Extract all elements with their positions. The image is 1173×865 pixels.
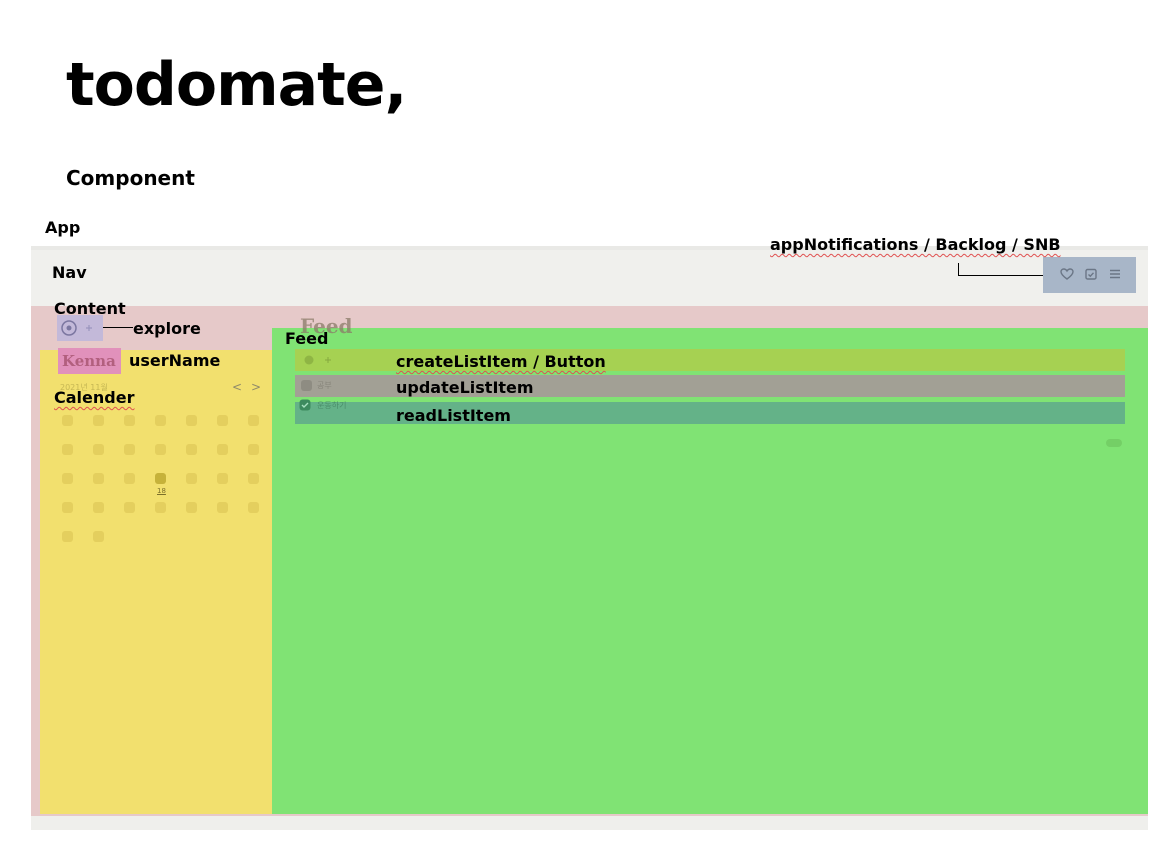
calendar-day[interactable] — [155, 473, 166, 484]
calendar-day[interactable] — [124, 502, 135, 513]
checked-checkbox-icon[interactable] — [299, 399, 311, 411]
connector-line — [958, 275, 1043, 276]
calendar-day[interactable] — [155, 415, 166, 426]
update-list-item-label: updateListItem — [396, 378, 534, 397]
calendar-next-button[interactable]: > — [251, 380, 261, 394]
section-heading: Component — [66, 166, 195, 190]
calendar-day[interactable] — [186, 444, 197, 455]
calendar-day[interactable] — [93, 502, 104, 513]
plus-icon[interactable] — [83, 322, 95, 334]
calendar-day[interactable] — [93, 473, 104, 484]
calendar-day[interactable] — [93, 415, 104, 426]
create-list-item-label-text: createListItem / Button — [396, 352, 606, 371]
app-bottom-strip — [31, 816, 1148, 830]
nav-region — [31, 250, 1148, 306]
feed-label: Feed — [285, 329, 329, 348]
calendar-day[interactable] — [248, 415, 259, 426]
read-item-text: 운동하기 — [317, 401, 347, 410]
toggle-pill[interactable] — [1106, 439, 1122, 447]
calendar-day[interactable] — [186, 473, 197, 484]
calendar-day[interactable] — [155, 502, 166, 513]
calendar-day[interactable] — [62, 531, 73, 542]
create-item-icon[interactable] — [303, 354, 315, 366]
calendar-day[interactable] — [62, 502, 73, 513]
calendar-day[interactable] — [155, 444, 166, 455]
calendar-day[interactable] — [186, 502, 197, 513]
feed-region — [272, 328, 1148, 814]
calendar-day[interactable] — [62, 473, 73, 484]
calendar-day[interactable] — [62, 444, 73, 455]
create-list-item-label: createListItem / Button — [396, 352, 606, 371]
calendar-day[interactable] — [248, 502, 259, 513]
calendar-day[interactable] — [217, 444, 228, 455]
user-name: Kenna — [62, 352, 116, 370]
page-title: todomate, — [66, 50, 407, 120]
plus-icon[interactable] — [323, 355, 333, 365]
calendar-day[interactable] — [186, 415, 197, 426]
calendar-day[interactable] — [124, 415, 135, 426]
connector-line — [103, 327, 133, 328]
app-notifications-region — [1043, 257, 1136, 293]
heart-icon[interactable] — [1059, 266, 1075, 282]
read-list-item-label: readListItem — [396, 406, 511, 425]
calendar-day[interactable] — [217, 415, 228, 426]
calendar-today-number: 18 — [157, 487, 166, 495]
calendar-day[interactable] — [93, 444, 104, 455]
calendar-day[interactable] — [124, 444, 135, 455]
calendar-day[interactable] — [62, 415, 73, 426]
checkbox[interactable] — [301, 380, 312, 391]
calendar-day[interactable] — [217, 502, 228, 513]
explore-icon[interactable] — [59, 318, 79, 338]
user-name-label: userName — [129, 351, 221, 370]
app-notifications-label: appNotifications / Backlog / SNB — [770, 235, 1061, 254]
app-label: App — [45, 218, 81, 237]
calendar-day[interactable] — [217, 473, 228, 484]
calendar-day[interactable] — [93, 531, 104, 542]
update-item-text: 공부 — [317, 381, 332, 390]
menu-icon[interactable] — [1107, 266, 1123, 282]
calendar-day[interactable] — [248, 444, 259, 455]
calender-label-text: Calender — [54, 388, 135, 407]
explore-region — [57, 315, 103, 341]
nav-label: Nav — [52, 263, 87, 282]
calendar-day[interactable] — [124, 473, 135, 484]
calender-label: Calender — [54, 388, 134, 407]
explore-label: explore — [133, 319, 201, 338]
calendar-day[interactable] — [248, 473, 259, 484]
app-notifications-label-text: appNotifications / Backlog / SNB — [770, 235, 1061, 254]
calendar-check-icon[interactable] — [1083, 266, 1099, 282]
calendar-prev-button[interactable]: < — [232, 380, 242, 394]
